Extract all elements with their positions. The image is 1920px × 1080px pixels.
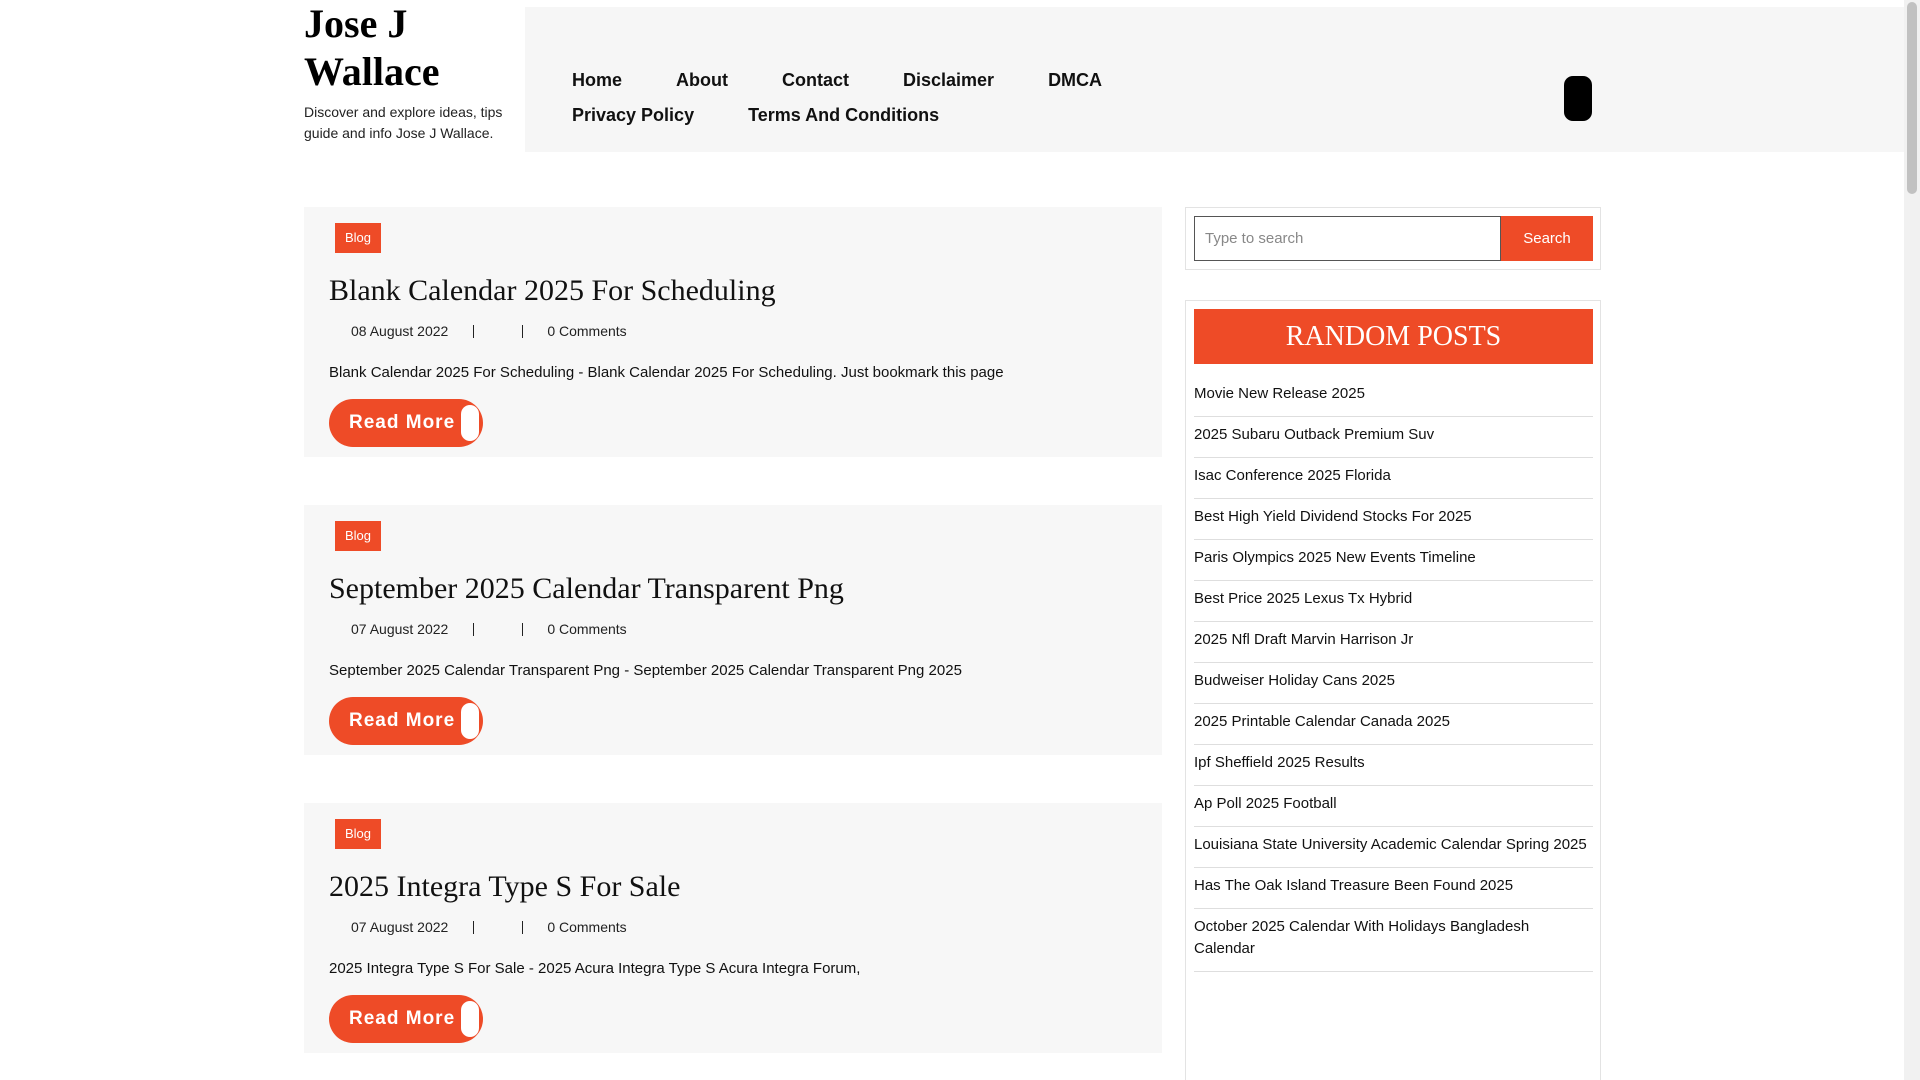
- nav-menu: Home About Contact Disclaimer DMCA Priva…: [572, 69, 1332, 127]
- random-post-link[interactable]: Paris Olympics 2025 New Events Timeline: [1194, 540, 1593, 581]
- random-post-link[interactable]: Best High Yield Dividend Stocks For 2025: [1194, 499, 1593, 540]
- random-post-link[interactable]: Louisiana State University Academic Cale…: [1194, 827, 1593, 868]
- sidebar-search-widget: Search: [1185, 207, 1601, 270]
- random-posts-heading: RANDOM POSTS: [1194, 309, 1593, 364]
- post-title[interactable]: Blank Calendar 2025 For Scheduling: [329, 271, 776, 311]
- random-post-link[interactable]: Best Price 2025 Lexus Tx Hybrid: [1194, 581, 1593, 622]
- random-post-link[interactable]: October 2025 Calendar With Holidays Bang…: [1194, 909, 1593, 972]
- search-input[interactable]: [1194, 216, 1501, 261]
- random-post-link[interactable]: Ipf Sheffield 2025 Results: [1194, 745, 1593, 786]
- post-title[interactable]: September 2025 Calendar Transparent Png: [329, 569, 844, 609]
- read-more-label: Read More: [349, 710, 456, 731]
- post-comments-count[interactable]: 0 Comments: [547, 322, 626, 340]
- random-post-link[interactable]: Budweiser Holiday Cans 2025: [1194, 663, 1593, 704]
- post-category-badge[interactable]: Blog: [335, 521, 382, 551]
- post-title[interactable]: 2025 Integra Type S For Sale: [329, 867, 680, 907]
- read-more-pill-icon: [461, 1001, 479, 1037]
- main-navigation: Home About Contact Disclaimer DMCA Priva…: [525, 7, 1905, 152]
- post-date: 08 August 2022: [351, 323, 449, 339]
- random-posts-widget: RANDOM POSTS Movie New Release 2025 2025…: [1185, 300, 1601, 1080]
- read-more-button[interactable]: Read More: [329, 697, 483, 745]
- meta-divider: [522, 324, 524, 338]
- site-tagline: Discover and explore ideas, tips guide a…: [304, 104, 503, 141]
- scrollbar-thumb[interactable]: [1907, 2, 1917, 194]
- meta-divider: [522, 622, 524, 636]
- post-meta: 07 August 2022 0 Comments: [351, 620, 627, 638]
- nav-item-disclaimer[interactable]: Disclaimer: [903, 69, 994, 92]
- post-card: Blog September 2025 Calendar Transparent…: [304, 505, 1162, 755]
- nav-item-dmca[interactable]: DMCA: [1048, 69, 1102, 92]
- site-branding: Jose J Wallace Discover and explore idea…: [304, 0, 504, 144]
- post-excerpt: September 2025 Calendar Transparent Png …: [329, 662, 962, 679]
- post-date: 07 August 2022: [351, 919, 449, 935]
- nav-item-terms[interactable]: Terms And Conditions: [748, 104, 939, 127]
- random-post-link[interactable]: 2025 Nfl Draft Marvin Harrison Jr: [1194, 622, 1593, 663]
- post-date: 07 August 2022: [351, 621, 449, 637]
- post-excerpt: 2025 Integra Type S For Sale - 2025 Acur…: [329, 960, 861, 977]
- random-post-link[interactable]: Has The Oak Island Treasure Been Found 2…: [1194, 868, 1593, 909]
- random-post-link[interactable]: Isac Conference 2025 Florida: [1194, 458, 1593, 499]
- read-more-button[interactable]: Read More: [329, 399, 483, 447]
- nav-item-privacy-policy[interactable]: Privacy Policy: [572, 104, 694, 127]
- post-card: Blog Blank Calendar 2025 For Scheduling …: [304, 207, 1162, 457]
- post-comments-count[interactable]: 0 Comments: [547, 918, 626, 936]
- post-meta: 07 August 2022 0 Comments: [351, 918, 627, 936]
- site-title[interactable]: Jose J Wallace: [304, 0, 504, 96]
- meta-divider: [473, 324, 475, 338]
- random-posts-list: Movie New Release 2025 2025 Subaru Outba…: [1194, 376, 1593, 972]
- read-more-button[interactable]: Read More: [329, 995, 483, 1043]
- meta-divider: [473, 622, 475, 636]
- meta-divider: [473, 920, 475, 934]
- read-more-pill-icon: [461, 703, 479, 739]
- read-more-label: Read More: [349, 1008, 456, 1029]
- random-post-link[interactable]: Ap Poll 2025 Football: [1194, 786, 1593, 827]
- search-button[interactable]: Search: [1501, 216, 1593, 261]
- random-post-link[interactable]: Movie New Release 2025: [1194, 376, 1593, 417]
- post-comments-count[interactable]: 0 Comments: [547, 620, 626, 638]
- nav-item-home[interactable]: Home: [572, 69, 622, 92]
- read-more-label: Read More: [349, 412, 456, 433]
- nav-item-contact[interactable]: Contact: [782, 69, 849, 92]
- post-card: Blog 2025 Integra Type S For Sale 07 Aug…: [304, 803, 1162, 1053]
- post-category-badge[interactable]: Blog: [335, 819, 382, 849]
- post-category-badge[interactable]: Blog: [335, 223, 382, 253]
- post-meta: 08 August 2022 0 Comments: [351, 322, 627, 340]
- read-more-pill-icon: [461, 405, 479, 441]
- search-toggle-button[interactable]: [1564, 76, 1592, 121]
- page-scrollbar[interactable]: [1904, 0, 1920, 1080]
- meta-divider: [522, 920, 524, 934]
- post-excerpt: Blank Calendar 2025 For Scheduling - Bla…: [329, 364, 1004, 381]
- nav-item-about[interactable]: About: [676, 69, 728, 92]
- random-post-link[interactable]: 2025 Subaru Outback Premium Suv: [1194, 417, 1593, 458]
- page: Jose J Wallace Discover and explore idea…: [0, 0, 1920, 1080]
- random-post-link[interactable]: 2025 Printable Calendar Canada 2025: [1194, 704, 1593, 745]
